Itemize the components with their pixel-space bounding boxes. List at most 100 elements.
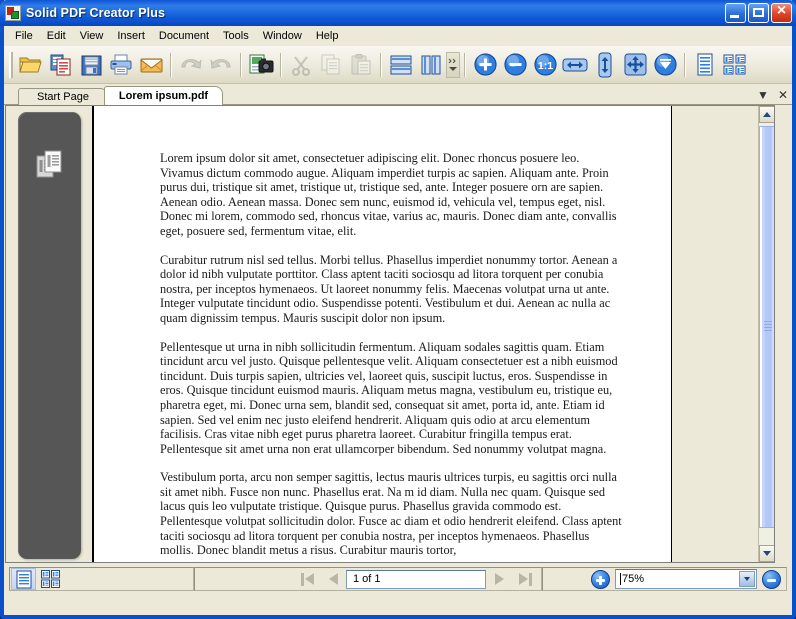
page-number-input[interactable]: 1 of 1	[346, 569, 486, 589]
menu-help[interactable]: Help	[309, 28, 346, 44]
previous-page-arrow-icon	[328, 573, 338, 585]
first-page-button[interactable]	[294, 568, 320, 590]
close-tab-icon[interactable]: ✕	[778, 89, 788, 101]
maximize-button[interactable]	[748, 3, 769, 23]
toolbar-separator	[240, 52, 242, 77]
print-icon[interactable]	[106, 50, 136, 80]
thumbnail-sidebar	[6, 106, 89, 562]
paste-clipboard-icon[interactable]	[346, 50, 376, 80]
document-paragraph: Lorem ipsum dolor sit amet, consectetuer…	[160, 151, 617, 238]
grid-view-button[interactable]	[38, 568, 63, 590]
open-folder-icon[interactable]	[16, 50, 46, 80]
tab-label: Start Page	[37, 91, 89, 103]
window-controls	[725, 2, 792, 23]
scroll-page-icon[interactable]	[650, 50, 680, 80]
single-page-view-icon[interactable]	[690, 50, 720, 80]
menu-insert[interactable]: Insert	[110, 28, 152, 44]
page-navigation-panel: 1 of 1	[194, 567, 542, 591]
menu-bar: File Edit View Insert Document Tools Win…	[4, 26, 792, 46]
scrollbar-grip	[764, 321, 772, 333]
application-window: Solid PDF Creator Plus File Edit View In…	[0, 0, 796, 619]
layout-rows-icon[interactable]	[386, 50, 416, 80]
window-title: Solid PDF Creator Plus	[26, 6, 166, 20]
status-bar: 1 of 1 75%	[4, 566, 792, 594]
zoom-in-icon[interactable]	[470, 50, 500, 80]
close-button[interactable]	[771, 2, 792, 23]
view-mode-panel	[9, 567, 194, 591]
menu-file[interactable]: File	[8, 28, 40, 44]
zoom-dropdown-button[interactable]	[739, 571, 755, 587]
copy-pages-icon[interactable]	[316, 50, 346, 80]
scan-camera-icon[interactable]	[246, 50, 276, 80]
toolbar-separator	[684, 52, 686, 77]
toolbar-separator	[170, 52, 172, 77]
zoom-level-combobox[interactable]: 75%	[615, 569, 757, 589]
document-tab-bar: Start Page Lorem ipsum.pdf ▼ ✕	[4, 84, 792, 105]
menu-view[interactable]: View	[73, 28, 111, 44]
title-bar: Solid PDF Creator Plus	[0, 0, 796, 26]
text-caret	[620, 573, 621, 585]
last-page-bar	[528, 572, 532, 586]
chevron-down-icon	[744, 577, 750, 581]
tab-start-page[interactable]: Start Page	[18, 88, 108, 105]
last-page-button[interactable]	[512, 568, 538, 590]
svg-text:1:1: 1:1	[537, 60, 552, 72]
page-text-content: Lorem ipsum dolor sit amet, consectetuer…	[94, 106, 671, 558]
toolbar-overflow-button[interactable]	[446, 51, 460, 78]
menu-tools[interactable]: Tools	[216, 28, 256, 44]
scroll-down-button[interactable]	[759, 545, 774, 562]
zoom-panel: 75%	[542, 567, 787, 591]
toolbar-separator	[380, 52, 382, 77]
toolbar-separator	[280, 52, 282, 77]
zoom-out-button[interactable]	[762, 569, 781, 589]
document-paragraph: Pellentesque ut urna in nibh sollicitudi…	[160, 339, 618, 456]
zoom-out-icon[interactable]	[500, 50, 530, 80]
pdf-page: Lorem ipsum dolor sit amet, consectetuer…	[92, 106, 672, 562]
first-page-arrow-icon	[304, 573, 314, 585]
tab-lorem-ipsum-pdf[interactable]: Lorem ipsum.pdf	[104, 86, 223, 105]
zoom-in-button[interactable]	[591, 569, 610, 589]
next-page-arrow-icon	[494, 573, 504, 585]
actual-size-icon[interactable]: 1:1	[530, 50, 560, 80]
page-view-button[interactable]	[11, 568, 36, 590]
fit-height-icon[interactable]	[590, 50, 620, 80]
page-canvas[interactable]: Lorem ipsum dolor sit amet, consectetuer…	[89, 106, 757, 562]
first-page-bar	[300, 572, 304, 586]
document-pane: Lorem ipsum dolor sit amet, consectetuer…	[5, 105, 775, 563]
app-icon	[5, 5, 21, 21]
vertical-scrollbar[interactable]	[758, 106, 774, 562]
cut-scissors-icon[interactable]	[286, 50, 316, 80]
email-icon[interactable]	[136, 50, 166, 80]
redo-arrow-icon[interactable]	[206, 50, 236, 80]
thumbnails-view-icon[interactable]	[720, 50, 750, 80]
menu-edit[interactable]: Edit	[40, 28, 73, 44]
minus-horizontal	[767, 578, 776, 582]
pan-move-icon[interactable]	[620, 50, 650, 80]
new-document-icon[interactable]	[46, 50, 76, 80]
scroll-up-button[interactable]	[759, 106, 774, 123]
scrollbar-thumb[interactable]	[759, 126, 774, 528]
toolbar-grip[interactable]	[9, 51, 13, 78]
toolbar-separator	[464, 52, 466, 77]
pages-icon	[36, 150, 64, 180]
fit-width-icon[interactable]	[560, 50, 590, 80]
page-number-value: 1 of 1	[353, 573, 381, 585]
save-floppy-icon[interactable]	[76, 50, 106, 80]
layout-columns-icon[interactable]	[416, 50, 446, 80]
document-paragraph: Curabitur rutrum nisl sed tellus. Morbi …	[160, 252, 618, 325]
last-page-arrow-icon	[518, 573, 528, 585]
zoom-level-value: 75%	[622, 573, 645, 585]
tab-label: Lorem ipsum.pdf	[118, 90, 209, 102]
next-page-button[interactable]	[486, 568, 512, 590]
chevron-down-icon[interactable]: ▼	[757, 89, 769, 101]
tab-bar-controls: ▼ ✕	[757, 86, 788, 103]
minimize-button[interactable]	[725, 3, 746, 23]
thumbnail-strip[interactable]	[18, 112, 81, 559]
plus-vertical	[599, 575, 602, 585]
menu-window[interactable]: Window	[256, 28, 309, 44]
undo-arrow-icon[interactable]	[176, 50, 206, 80]
document-paragraph: Vestibulum porta, arcu non semper sagitt…	[160, 470, 622, 558]
menu-document[interactable]: Document	[152, 28, 216, 44]
previous-page-button[interactable]	[320, 568, 346, 590]
main-toolbar: 1:1	[4, 46, 792, 84]
